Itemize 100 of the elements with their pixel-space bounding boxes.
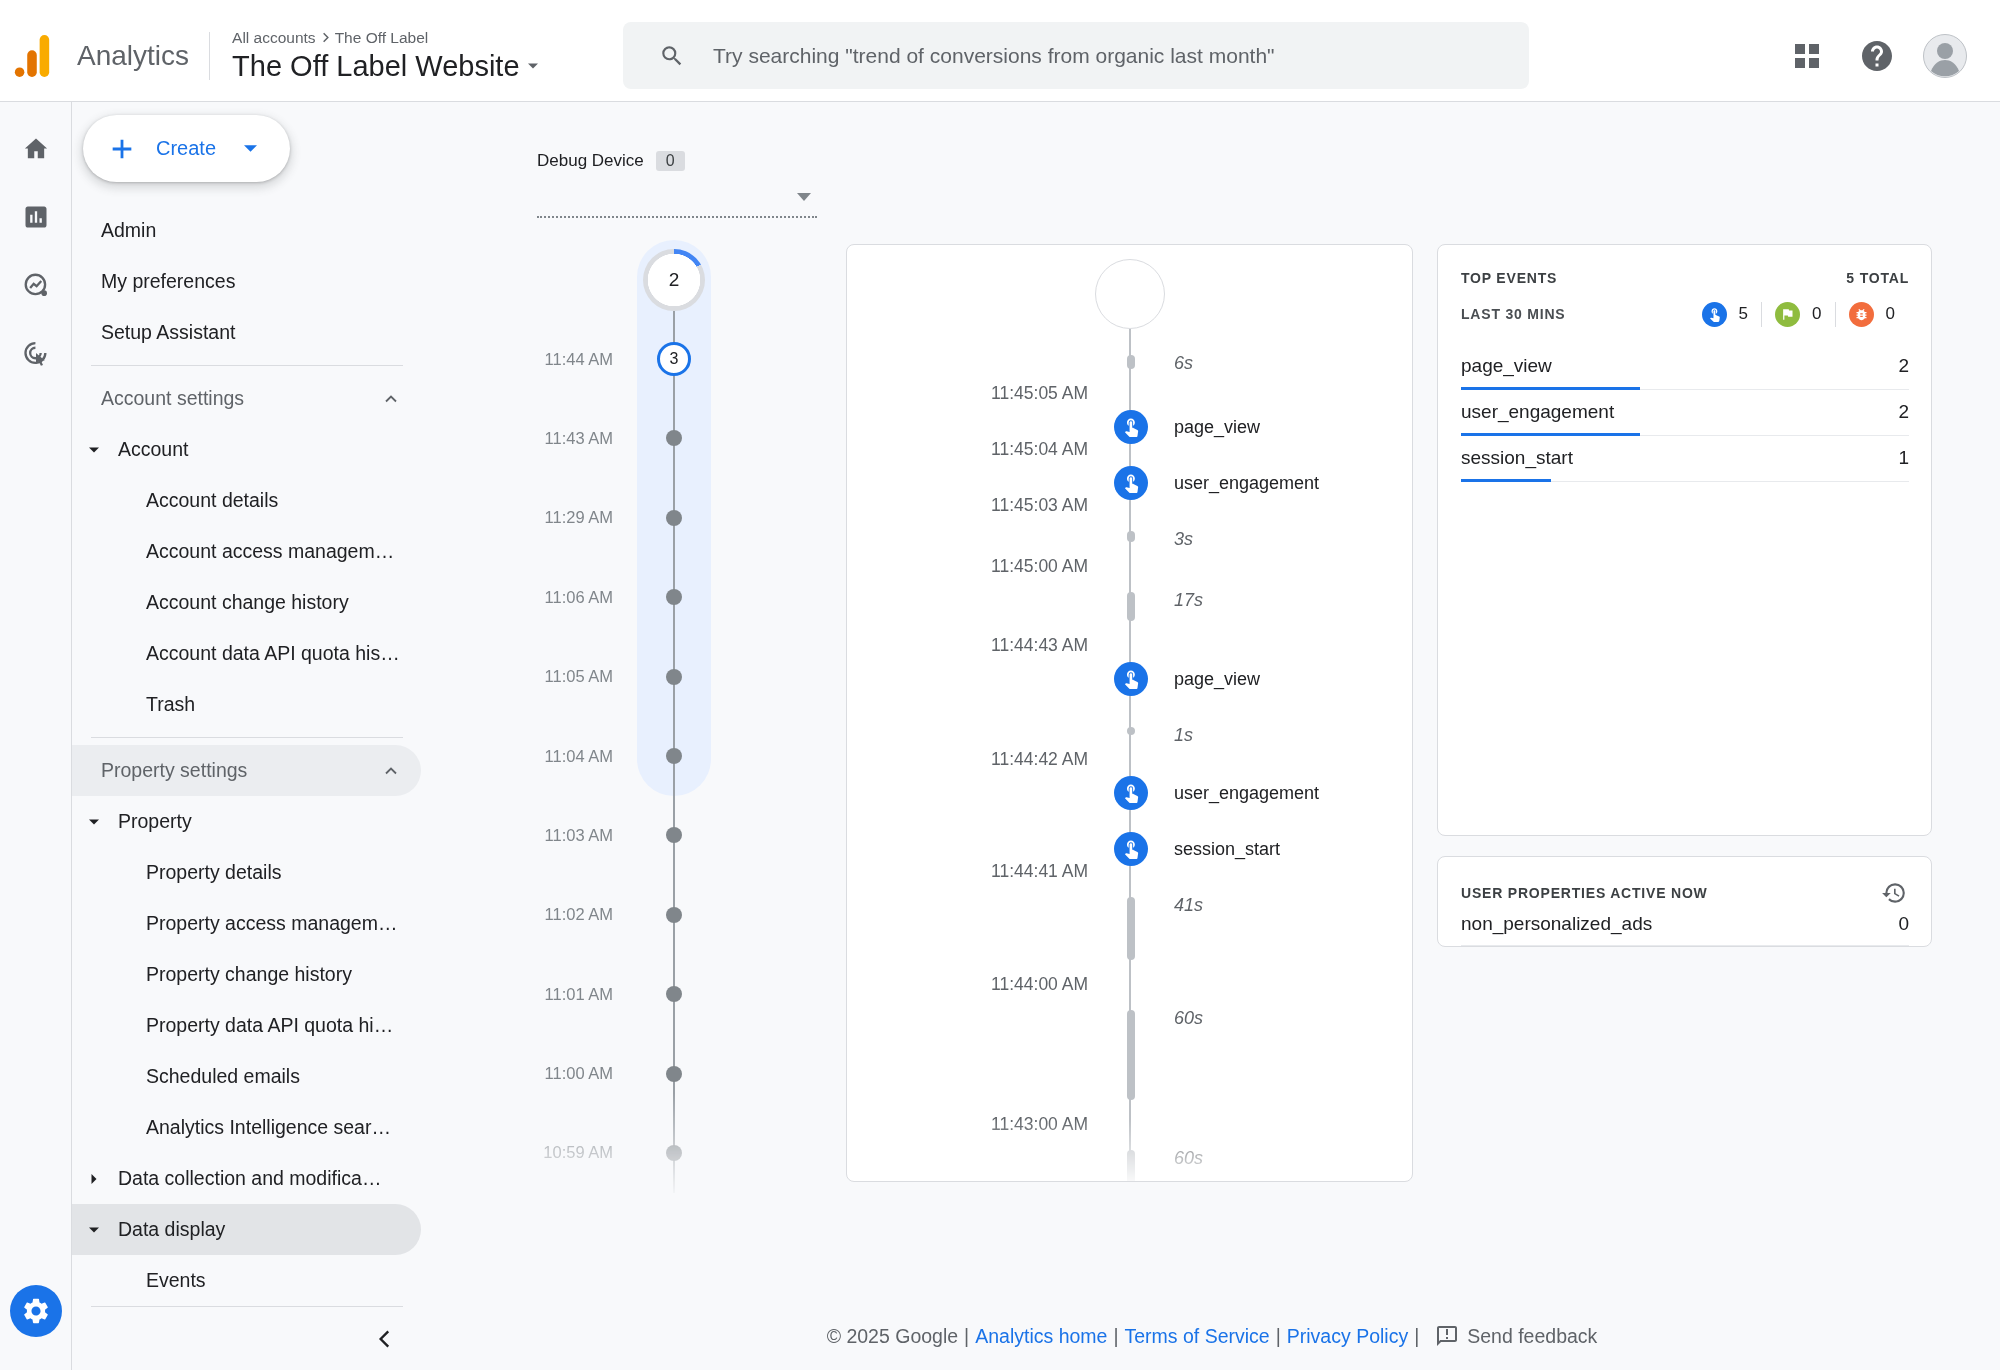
search-field[interactable]: Try searching "trend of conversions from organic last month" — [623, 22, 1529, 89]
nav-link[interactable]: Admin — [72, 205, 421, 256]
count-value: 5 — [1738, 304, 1749, 324]
nav-item[interactable]: Property access managem… — [72, 898, 421, 949]
nav-link[interactable]: Setup Assistant — [72, 307, 421, 358]
card-title: TOP EVENTS — [1461, 269, 1558, 288]
event-name[interactable]: page_view — [1174, 416, 1261, 439]
minute-time: 11:02 AM — [544, 905, 613, 925]
create-button[interactable]: Create — [83, 115, 290, 182]
property-name: non_personalized_ads — [1461, 912, 1653, 936]
event-time: 11:44:43 AM — [991, 634, 1088, 657]
section-header[interactable]: Property settings — [72, 745, 421, 796]
minute-time: 11:29 AM — [544, 508, 613, 528]
avatar-icon[interactable] — [1923, 33, 1967, 78]
event-name[interactable]: page_view — [1174, 668, 1261, 691]
count-value: 0 — [1885, 304, 1895, 324]
caret-down-icon — [797, 192, 811, 201]
minute-dot-icon[interactable] — [666, 668, 682, 685]
event-time: 11:45:03 AM — [991, 494, 1088, 517]
nav-item[interactable]: Data display — [72, 1204, 421, 1255]
footer-link[interactable]: Analytics home — [975, 1324, 1108, 1348]
events-total: 5 TOTAL — [1846, 269, 1909, 288]
nav-item[interactable]: Account data API quota his… — [72, 628, 421, 679]
link-separator: | — [1414, 1324, 1420, 1348]
gap-duration-bar — [1127, 896, 1135, 961]
footer-link[interactable]: Privacy Policy — [1286, 1324, 1409, 1348]
event-count: 1 — [1898, 446, 1909, 470]
minute-time: 11:05 AM — [544, 667, 613, 687]
nav-item[interactable]: Trash — [72, 679, 421, 730]
link-separator: | — [1113, 1324, 1119, 1348]
event-time: 11:45:00 AM — [991, 554, 1088, 577]
period-label: LAST 30 MINS — [1461, 306, 1566, 322]
minute-dot-icon[interactable] — [666, 986, 682, 1003]
nav-link[interactable]: My preferences — [72, 256, 421, 307]
count-value: 0 — [1812, 304, 1822, 324]
minute-dot-icon[interactable] — [666, 906, 682, 923]
debug-device-select[interactable]: Debug Device 0 — [537, 145, 817, 218]
gap-duration: 60s — [1174, 1147, 1204, 1170]
nav-item[interactable]: Account — [72, 424, 421, 475]
minute-dot-icon[interactable] — [666, 748, 682, 765]
caret-right-icon[interactable] — [89, 1173, 99, 1184]
minute-dot-icon[interactable] — [666, 1065, 682, 1082]
minute-dot-icon[interactable] — [666, 509, 682, 526]
pointer-hand-icon[interactable] — [1114, 410, 1148, 445]
app-name: Analytics — [77, 39, 190, 72]
minute-dot-icon[interactable] — [666, 827, 682, 844]
pointer-hand-icon[interactable] — [1114, 662, 1148, 697]
pointer-hand-icon[interactable] — [1114, 466, 1148, 501]
minute-time: 11:06 AM — [544, 587, 613, 607]
minute-dot-icon[interactable] — [666, 589, 682, 606]
event-name[interactable]: session_start — [1461, 446, 1573, 470]
event-name[interactable]: user_engagement — [1174, 472, 1320, 495]
pointer-hand-icon[interactable] — [1114, 775, 1148, 810]
property-selector[interactable]: The Off Label Website — [232, 49, 539, 83]
gap-duration: 6s — [1174, 352, 1193, 374]
breadcrumb-link[interactable]: All accounts — [232, 28, 316, 47]
pointer-hand-icon — [1701, 301, 1727, 327]
breadcrumb-link[interactable]: The Off Label — [334, 28, 429, 47]
event-name[interactable]: user_engagement — [1461, 400, 1615, 424]
send-feedback-link[interactable]: Send feedback — [1435, 1324, 1598, 1348]
pointer-hand-icon[interactable] — [1114, 831, 1148, 866]
flag-icon — [1775, 301, 1801, 327]
nav-item[interactable]: Events — [72, 1255, 421, 1306]
nav-item[interactable]: Data collection and modifica… — [72, 1153, 421, 1204]
gap-duration-bar — [1127, 591, 1135, 622]
card-title: USER PROPERTIES ACTIVE NOW — [1461, 885, 1708, 901]
minute-dot-icon[interactable] — [666, 1145, 682, 1161]
gap-duration: 17s — [1174, 588, 1204, 611]
event-name[interactable]: session_start — [1174, 837, 1281, 860]
nav-item[interactable]: Property details — [72, 847, 421, 898]
event-count: 2 — [1898, 354, 1909, 378]
section-header[interactable]: Account settings — [72, 373, 421, 424]
gap-duration-bar — [1127, 727, 1135, 735]
copyright-text: © 2025 Google — [826, 1324, 959, 1348]
nav-item[interactable]: Property change history — [72, 949, 421, 1000]
gap-duration: 1s — [1174, 724, 1193, 747]
selected-minute-marker[interactable]: 3 — [657, 342, 691, 377]
settings-icon[interactable] — [9, 1285, 62, 1337]
history-icon[interactable] — [1881, 880, 1907, 906]
apps-grid-icon[interactable] — [1794, 42, 1820, 69]
minute-event-counter: 2 — [643, 248, 705, 311]
minute-dot-icon[interactable] — [666, 430, 682, 447]
gap-duration-bar — [1127, 355, 1135, 370]
event-time: 11:45:05 AM — [991, 382, 1088, 405]
minute-time: 11:03 AM — [544, 825, 613, 845]
footer-link[interactable]: Terms of Service — [1124, 1324, 1270, 1348]
nav-item[interactable]: Property data API quota hi… — [72, 1000, 421, 1051]
event-time: 11:44:42 AM — [991, 747, 1088, 770]
nav-item[interactable]: Account access managem… — [72, 526, 421, 577]
event-time: 11:43:00 AM — [991, 1113, 1088, 1136]
event-name[interactable]: page_view — [1461, 354, 1552, 378]
nav-item[interactable]: Account details — [72, 475, 421, 526]
help-icon[interactable] — [1862, 40, 1892, 71]
minute-time: 11:00 AM — [544, 1064, 613, 1084]
nav-item[interactable]: Analytics Intelligence sear… — [72, 1102, 421, 1153]
nav-item[interactable]: Property — [72, 796, 421, 847]
event-name[interactable]: user_engagement — [1174, 781, 1320, 804]
nav-item[interactable]: Scheduled emails — [72, 1051, 421, 1102]
gap-duration-bar — [1127, 531, 1135, 542]
nav-item[interactable]: Account change history — [72, 577, 421, 628]
